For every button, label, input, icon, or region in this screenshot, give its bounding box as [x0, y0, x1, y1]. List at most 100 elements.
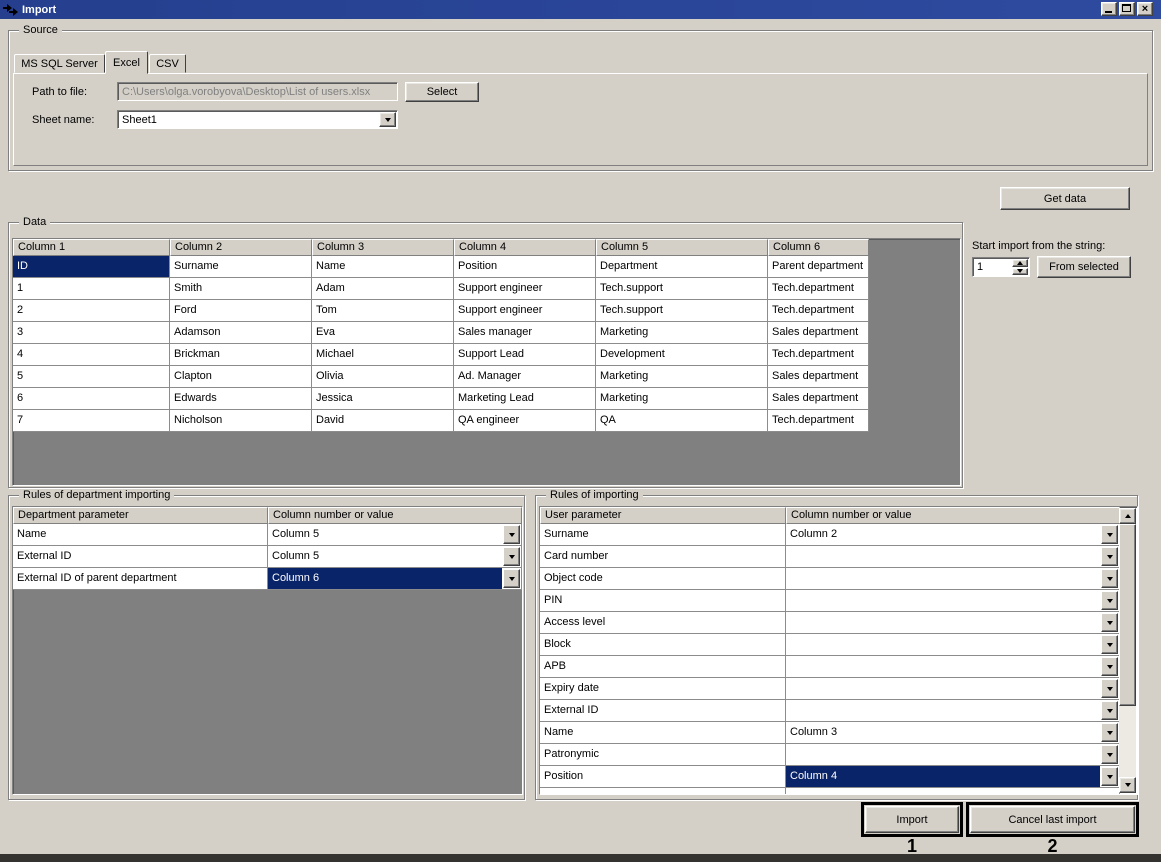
dropdown-button[interactable]	[503, 525, 520, 544]
table-cell[interactable]: Jessica	[312, 388, 454, 410]
from-selected-button[interactable]: From selected	[1037, 256, 1131, 278]
table-cell[interactable]: Smith	[170, 278, 312, 300]
table-cell[interactable]: Sales department	[768, 388, 869, 410]
table-cell[interactable]: ID	[13, 256, 170, 278]
value-cell[interactable]	[786, 590, 1120, 612]
column-header[interactable]: Column 5	[596, 239, 768, 256]
column-header[interactable]: Column 2	[170, 239, 312, 256]
parameter-cell[interactable]: Expiry date	[540, 678, 786, 700]
parameter-cell[interactable]: Position	[540, 766, 786, 788]
get-data-button[interactable]: Get data	[1000, 187, 1130, 210]
value-cell[interactable]: Column 5	[268, 524, 522, 546]
table-cell[interactable]: Position	[454, 256, 596, 278]
table-cell[interactable]: Sales department	[768, 366, 869, 388]
column-header[interactable]: Column number or value	[786, 507, 1120, 524]
parameter-cell[interactable]: External ID	[13, 546, 268, 568]
table-cell[interactable]: 5	[13, 366, 170, 388]
table-cell[interactable]: Surname	[170, 256, 312, 278]
maximize-button[interactable]	[1119, 2, 1135, 16]
table-cell[interactable]: Development	[596, 344, 768, 366]
parameter-cell[interactable]: Object code	[540, 568, 786, 590]
column-header[interactable]: Department parameter	[13, 507, 268, 524]
parameter-cell[interactable]: Name	[540, 722, 786, 744]
dropdown-button[interactable]	[1101, 525, 1118, 544]
column-header[interactable]: Column 6	[768, 239, 869, 256]
dropdown-button[interactable]	[1101, 591, 1118, 610]
dropdown-button[interactable]	[1101, 679, 1118, 698]
value-cell[interactable]	[786, 612, 1120, 634]
table-cell[interactable]: Edwards	[170, 388, 312, 410]
minimize-button[interactable]	[1101, 2, 1117, 16]
table-cell[interactable]: Sales manager	[454, 322, 596, 344]
table-cell[interactable]: Name	[312, 256, 454, 278]
dropdown-button[interactable]	[1101, 547, 1118, 566]
spinner-down-button[interactable]	[1012, 268, 1028, 276]
scroll-up-button[interactable]	[1119, 508, 1136, 524]
parameter-cell[interactable]: Surname	[540, 524, 786, 546]
column-header[interactable]: User parameter	[540, 507, 786, 524]
table-cell[interactable]: Michael	[312, 344, 454, 366]
import-button[interactable]: Import	[865, 806, 959, 833]
dropdown-button[interactable]	[503, 547, 520, 566]
value-cell[interactable]	[786, 656, 1120, 678]
dropdown-button[interactable]	[1101, 745, 1118, 764]
parameter-cell[interactable]: External ID	[540, 700, 786, 722]
column-header[interactable]: Column 3	[312, 239, 454, 256]
column-header[interactable]: Column number or value	[268, 507, 522, 524]
close-button[interactable]: ×	[1137, 2, 1153, 16]
table-cell[interactable]: 1	[13, 278, 170, 300]
table-cell[interactable]: Marketing	[596, 322, 768, 344]
value-cell[interactable]: Column 4	[786, 766, 1120, 788]
tab-excel[interactable]: Excel	[105, 51, 148, 74]
tab-csv[interactable]: CSV	[149, 54, 186, 73]
dropdown-button[interactable]	[1101, 569, 1118, 588]
table-cell[interactable]: 6	[13, 388, 170, 410]
table-cell[interactable]: Olivia	[312, 366, 454, 388]
dropdown-button[interactable]	[1101, 767, 1118, 786]
table-cell[interactable]: Ford	[170, 300, 312, 322]
table-cell[interactable]: Marketing	[596, 388, 768, 410]
table-cell[interactable]: Tech.department	[768, 344, 869, 366]
table-cell[interactable]: Tech.department	[768, 410, 869, 432]
table-cell[interactable]: Clapton	[170, 366, 312, 388]
table-cell[interactable]: 2	[13, 300, 170, 322]
table-cell[interactable]: Marketing Lead	[454, 388, 596, 410]
value-cell[interactable]: Column 3	[786, 722, 1120, 744]
tab-ms-sql-server[interactable]: MS SQL Server	[14, 54, 105, 73]
parameter-cell[interactable]: Block	[540, 634, 786, 656]
table-cell[interactable]: Nicholson	[170, 410, 312, 432]
table-cell[interactable]: Ad. Manager	[454, 366, 596, 388]
sheet-name-combobox[interactable]: Sheet1	[117, 110, 398, 129]
parameter-cell[interactable]: External ID of parent department	[13, 568, 268, 590]
parameter-cell[interactable]: PIN	[540, 590, 786, 612]
spinner-up-button[interactable]	[1012, 259, 1028, 267]
table-cell[interactable]: Tech.support	[596, 300, 768, 322]
table-cell[interactable]: Tom	[312, 300, 454, 322]
table-cell[interactable]: David	[312, 410, 454, 432]
column-header[interactable]: Column 1	[13, 239, 170, 256]
value-cell[interactable]	[786, 568, 1120, 590]
table-cell[interactable]: Sales department	[768, 322, 869, 344]
table-cell[interactable]: QA	[596, 410, 768, 432]
table-cell[interactable]: Department	[596, 256, 768, 278]
select-button[interactable]: Select	[405, 82, 479, 102]
table-cell[interactable]: 3	[13, 322, 170, 344]
table-cell[interactable]: Support Lead	[454, 344, 596, 366]
vertical-scrollbar[interactable]	[1119, 508, 1136, 793]
value-cell[interactable]	[786, 634, 1120, 656]
value-cell[interactable]	[786, 744, 1120, 766]
dropdown-button[interactable]	[1101, 613, 1118, 632]
table-cell[interactable]: 7	[13, 410, 170, 432]
dropdown-button[interactable]	[379, 112, 396, 127]
parameter-cell[interactable]: Patronymic	[540, 744, 786, 766]
table-cell[interactable]: Tech.department	[768, 300, 869, 322]
dropdown-button[interactable]	[503, 569, 520, 588]
table-cell[interactable]: QA engineer	[454, 410, 596, 432]
value-cell[interactable]	[786, 788, 1120, 795]
cancel-last-import-button[interactable]: Cancel last import	[970, 806, 1135, 833]
table-cell[interactable]: Adam	[312, 278, 454, 300]
parameter-cell[interactable]	[540, 788, 786, 795]
table-cell[interactable]: Eva	[312, 322, 454, 344]
table-cell[interactable]: Adamson	[170, 322, 312, 344]
value-cell[interactable]	[786, 678, 1120, 700]
